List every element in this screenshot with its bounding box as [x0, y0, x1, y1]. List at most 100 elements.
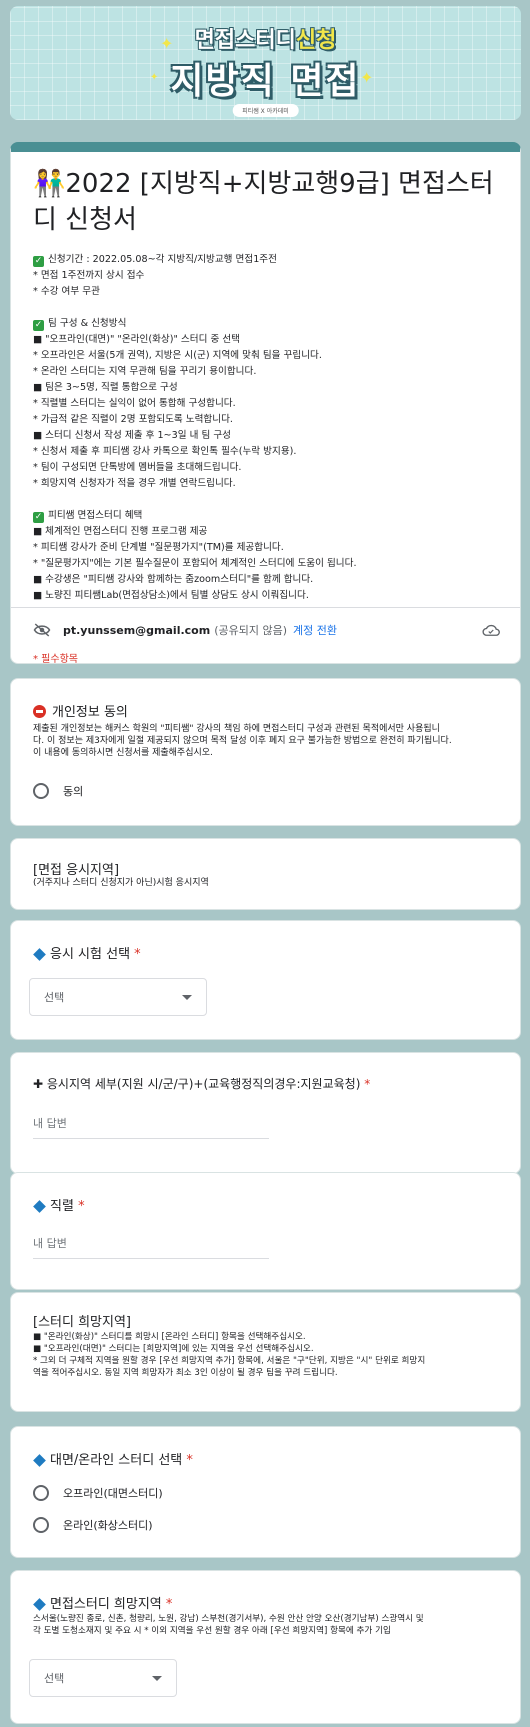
- section-description: (거주지나 스터디 신청지가 아닌)시험 응시지역: [33, 878, 209, 888]
- description-text: * 직렬별 스터디는 실익이 없어 통합해 구성합니다.: [33, 398, 236, 409]
- radio-button[interactable]: [33, 1517, 49, 1533]
- cloud-save-icon: [482, 624, 500, 636]
- description-text: * 가급적 같은 직렬이 2명 포함되도록 노력합니다.: [33, 414, 233, 425]
- question-description: 제출된 개인정보는 해커스 학원의 "피티쌤" 강사의 책임 하에 면접스터디 …: [33, 724, 452, 758]
- option-offline[interactable]: 오프라인(대면스터디): [33, 1485, 163, 1501]
- radio-button[interactable]: [33, 1485, 49, 1501]
- description-line: ✓ 피티쌤 면접스터디 혜택: [33, 508, 503, 524]
- description-text: ■ 스터디 신청서 작성 제출 후 1~3일 내 팀 구성: [33, 430, 231, 441]
- question-privacy-consent: 개인정보 동의 제출된 개인정보는 해커스 학원의 "피티쌤" 강사의 책임 하…: [10, 678, 521, 826]
- select-value: 선택: [44, 1672, 65, 1685]
- check-icon: ✓: [33, 512, 44, 523]
- diamond-icon: [33, 1453, 46, 1467]
- radio-button[interactable]: [33, 783, 49, 799]
- option-label: 동의: [63, 785, 84, 798]
- question-title: 응시 시험 선택 *: [33, 943, 141, 962]
- no-entry-icon: [33, 705, 46, 718]
- form-description: ✓ 신청기간 : 2022.05.08~각 지방직/지방교행 면접1주전 * 면접 …: [33, 252, 503, 604]
- option-label: 오프라인(대면스터디): [63, 1487, 163, 1500]
- diamond-icon: [33, 1597, 46, 1611]
- description-text: * 온라인 스터디는 지역 무관해 팀을 꾸리기 용이합니다.: [33, 366, 257, 377]
- description-line: ✓ 신청기간 : 2022.05.08~각 지방직/지방교행 면접1주전: [33, 252, 503, 268]
- not-shared-label: (공유되지 않음): [214, 624, 287, 637]
- option-agree[interactable]: 동의: [33, 783, 83, 799]
- description-line: * 면접 1주전까지 상시 접수: [33, 268, 503, 284]
- form-title: 👫2022 [지방직+지방교행9급] 면접스터디 신청서: [33, 169, 494, 235]
- description-line: * 직렬별 스터디는 실익이 없어 통합해 구성합니다.: [33, 396, 503, 412]
- description-line: ■ 스터디 신청서 작성 제출 후 1~3일 내 팀 구성: [33, 428, 503, 444]
- description-line: * 가급적 같은 직렬이 2명 포함되도록 노력합니다.: [33, 412, 503, 428]
- select-value: 선택: [44, 991, 65, 1004]
- description-text: * 오프라인은 서울(5개 권역), 지방은 시(군) 지역에 맞춰 팀을 꾸립…: [33, 350, 322, 361]
- description-text: * 팀이 구성되면 단톡방에 멤버들을 초대해드립니다.: [33, 462, 242, 473]
- description-text: 팀 구성 & 신청방식: [48, 318, 127, 329]
- description-text: 피티쌤 면접스터디 혜택: [48, 510, 143, 521]
- banner-headline: 면접스터디신청: [194, 28, 337, 53]
- required-note: * 필수항목: [33, 654, 78, 665]
- question-region-detail: ✚ 응시지역 세부(지원 시/군/구)+(교육행정직의경우:지원교육청) * 내…: [10, 1052, 521, 1174]
- description-text: * "질문평가지"에는 기본 필수질문이 포함되어 체계적인 스터디에 도움이 …: [33, 558, 357, 569]
- option-online[interactable]: 온라인(화상스터디): [33, 1517, 153, 1533]
- diamond-icon: [33, 1199, 46, 1213]
- hope-region-select-dropdown[interactable]: 선택: [29, 1659, 177, 1697]
- description-line: * 신청서 제출 후 피티쌤 강사 카톡으로 확인톡 필수(누락 방지용).: [33, 444, 503, 460]
- account-row: pt.yunssem@gmail.com (공유되지 않음) 계정 전환: [33, 622, 337, 638]
- diamond-icon: [33, 947, 46, 961]
- description-line: ■ "오프라인(대면)" "온라인(화상)" 스터디 중 선택: [33, 332, 503, 348]
- account-email: pt.yunssem@gmail.com: [63, 623, 211, 637]
- question-description: 스서울(노량진 종로, 신촌, 청량리, 노원, 강남) 스부천(경기서부), …: [33, 1614, 424, 1636]
- description-text: 신청기간 : 2022.05.08~각 지방직/지방교행 면접1주전: [48, 254, 277, 265]
- form-container: ✦ ✦ ✦ 면접스터디신청 지방직 면접 피티쌤 X 아카데미 👫2022 [지…: [10, 0, 521, 1724]
- description-line: [33, 300, 503, 316]
- description-line: ■ 노량진 피티쌤Lab(면접상담소)에서 팀별 상담도 상시 이뤄집니다.: [33, 588, 503, 604]
- question-study-mode: 대면/온라인 스터디 선택 * 오프라인(대면스터디) 온라인(화상스터디): [10, 1426, 521, 1558]
- question-title: 개인정보 동의: [33, 701, 128, 720]
- section-title: [스터디 희망지역]: [33, 1315, 131, 1330]
- option-label: 온라인(화상스터디): [63, 1519, 153, 1532]
- header-banner-image: ✦ ✦ ✦ 면접스터디신청 지방직 면접 피티쌤 X 아카데미: [10, 6, 521, 120]
- region-detail-input[interactable]: 내 답변: [33, 1115, 269, 1139]
- banner-subheadline: 지방직 면접: [170, 61, 361, 102]
- check-icon: ✓: [33, 256, 44, 267]
- exam-select-dropdown[interactable]: 선택: [29, 978, 207, 1016]
- divider: [11, 607, 520, 608]
- description-text: ■ 팀은 3~5명, 직렬 통합으로 구성: [33, 382, 178, 393]
- section-study-region: [스터디 희망지역] ■ "온라인(화상)" 스터디를 희망시 [온라인 스터디…: [10, 1292, 521, 1412]
- description-line: ✓ 팀 구성 & 신청방식: [33, 316, 503, 332]
- question-title: 직렬 *: [33, 1195, 85, 1214]
- question-exam-select: 응시 시험 선택 * 선택: [10, 920, 521, 1040]
- description-text: ■ 체계적인 면접스터디 진행 프로그램 제공: [33, 526, 208, 537]
- description-text: * 신청서 제출 후 피티쌤 강사 카톡으로 확인톡 필수(누락 방지용).: [33, 446, 297, 457]
- chevron-down-icon: [152, 1675, 162, 1681]
- description-line: * "질문평가지"에는 기본 필수질문이 포함되어 체계적인 스터디에 도움이 …: [33, 556, 503, 572]
- banner-tag: 피티쌤 X 아카데미: [232, 104, 299, 117]
- switch-account-link[interactable]: 계정 전환: [293, 622, 337, 638]
- description-text: * 희망지역 신청자가 적을 경우 개별 연락드립니다.: [33, 478, 236, 489]
- question-hope-region: 면접스터디 희망지역 * 스서울(노량진 종로, 신촌, 청량리, 노원, 강남…: [10, 1570, 521, 1724]
- description-line: * 피티쌤 강사가 준비 단계별 "질문평가지"(TM)를 제공합니다.: [33, 540, 503, 556]
- description-text: ■ 노량진 피티쌤Lab(면접상담소)에서 팀별 상담도 상시 이뤄집니다.: [33, 590, 309, 601]
- description-line: * 오프라인은 서울(5개 권역), 지방은 시(군) 지역에 맞춰 팀을 꾸립…: [33, 348, 503, 364]
- description-line: ■ 팀은 3~5명, 직렬 통합으로 구성: [33, 380, 503, 396]
- section-description: ■ "온라인(화상)" 스터디를 희망시 [온라인 스터디] 항목을 선택해주십…: [33, 1332, 426, 1378]
- description-text: * 피티쌤 강사가 준비 단계별 "질문평가지"(TM)를 제공합니다.: [33, 542, 284, 553]
- description-line: * 온라인 스터디는 지역 무관해 팀을 꾸리기 용이합니다.: [33, 364, 503, 380]
- not-shared-icon: [33, 623, 51, 637]
- section-exam-region: [면접 응시지역] (거주지나 스터디 신청지가 아닌)시험 응시지역: [10, 838, 521, 910]
- description-text: * 면접 1주전까지 상시 접수: [33, 270, 145, 281]
- description-line: [33, 492, 503, 508]
- description-line: ■ 수강생은 "피티쌤 강사와 함께하는 줌zoom스터디"를 함께 합니다.: [33, 572, 503, 588]
- description-line: * 수강 여부 무관: [33, 284, 503, 300]
- description-text: ■ 수강생은 "피티쌤 강사와 함께하는 줌zoom스터디"를 함께 합니다.: [33, 574, 314, 585]
- question-job-series: 직렬 * 내 답변: [10, 1172, 521, 1290]
- description-text: * 수강 여부 무관: [33, 286, 100, 297]
- check-icon: ✓: [33, 320, 44, 331]
- form-header-card: 👫2022 [지방직+지방교행9급] 면접스터디 신청서 ✓ 신청기간 : 202…: [10, 142, 521, 665]
- question-title: 면접스터디 희망지역 *: [33, 1593, 172, 1612]
- section-title: [면접 응시지역]: [33, 863, 120, 878]
- job-series-input[interactable]: 내 답변: [33, 1235, 269, 1259]
- question-title: ✚ 응시지역 세부(지원 시/군/구)+(교육행정직의경우:지원교육청) *: [33, 1077, 371, 1091]
- chevron-down-icon: [182, 994, 192, 1000]
- description-text: ■ "오프라인(대면)" "온라인(화상)" 스터디 중 선택: [33, 334, 240, 345]
- question-title: 대면/온라인 스터디 선택 *: [33, 1449, 193, 1468]
